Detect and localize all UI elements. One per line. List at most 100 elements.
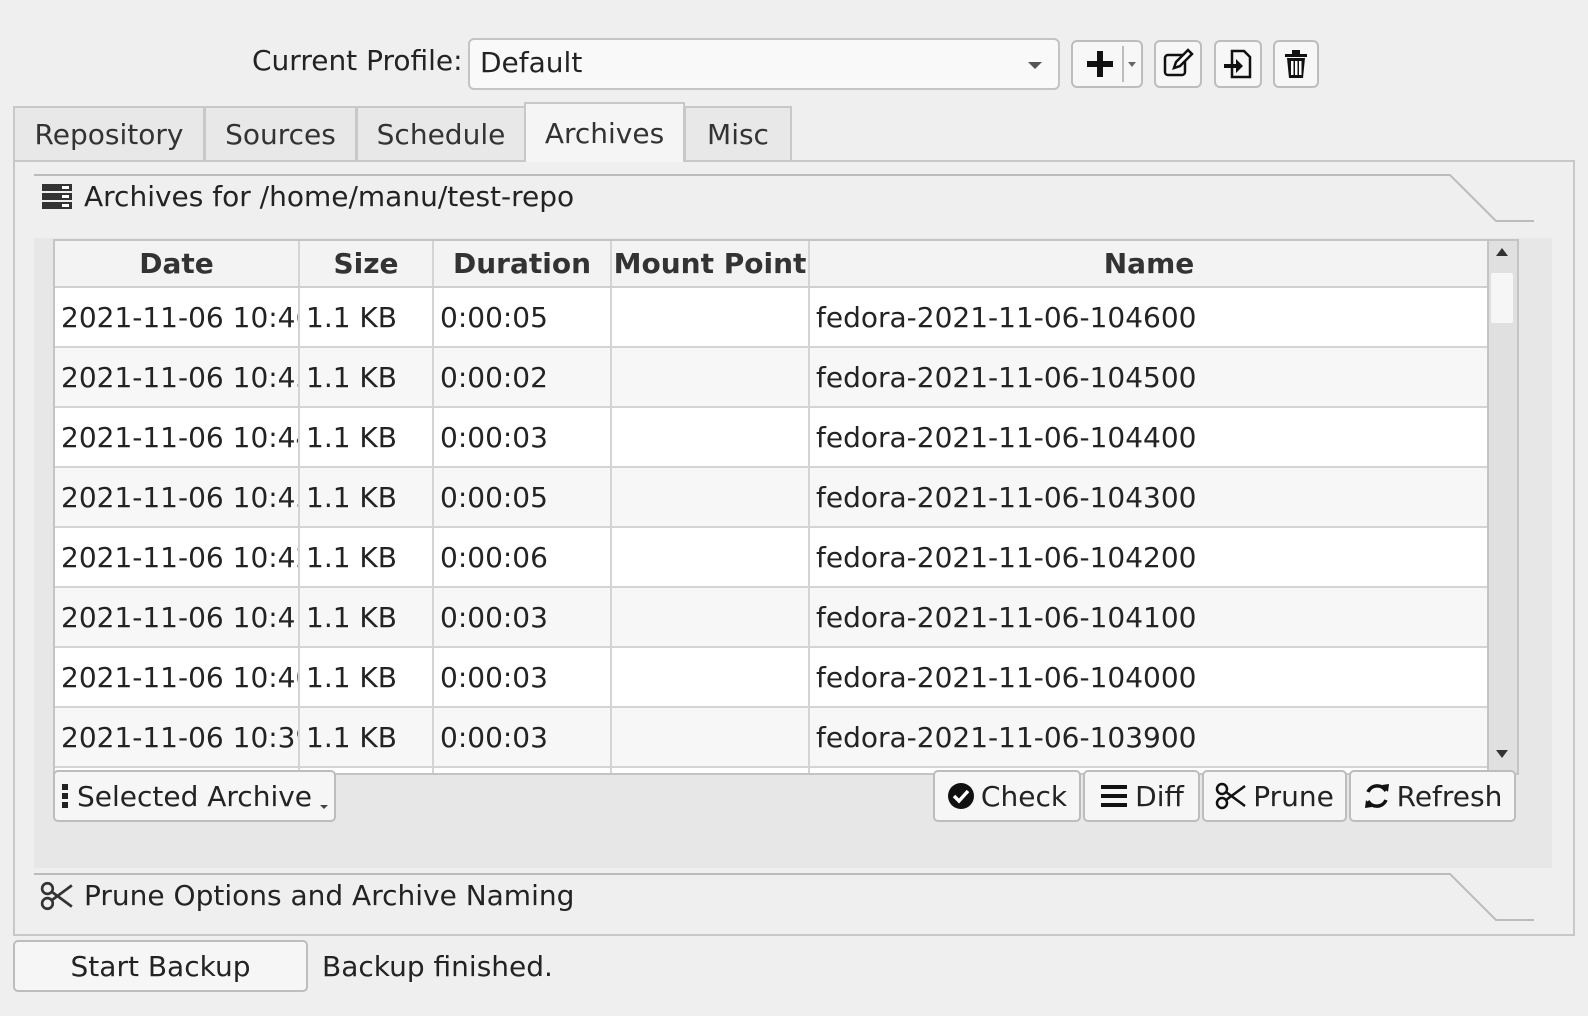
check-button[interactable]: Check [933,770,1081,822]
check-circle-icon [947,783,974,809]
tab-schedule[interactable]: Schedule [356,106,526,160]
cell-duration: 0:00:06 [433,527,612,588]
tab-sources[interactable]: Sources [204,106,357,160]
prune-group-label: Prune Options and Archive Naming [84,879,575,912]
cell-date: 2021-11-06 10:45 [55,347,300,408]
server-stack-icon [42,183,72,209]
cell-size: 1.1 KB [299,287,434,348]
cell-duration: 0:00:02 [433,347,612,408]
cell-name: fedora-2021-11-06-104400 [809,407,1487,468]
cell-name: fedora-2021-11-06-104200 [809,527,1487,588]
table-row[interactable]: 2021-11-06 10:44 1.1 KB 0:00:03 fedora-2… [55,407,1487,468]
column-header-duration[interactable]: Duration [433,241,612,288]
cell-mount-point [611,287,810,348]
scrollbar-thumb[interactable] [1491,273,1513,323]
check-button-label: Check [980,779,1068,813]
prune-button-label: Prune [1253,779,1334,813]
cell-size: 1.1 KB [299,347,434,408]
column-header-name[interactable]: Name [809,241,1487,288]
cell-duration: 0:00:03 [433,707,612,768]
scroll-up-icon[interactable] [1495,247,1509,257]
column-header-date[interactable]: Date [55,241,300,288]
cell-mount-point [611,407,810,468]
cell-mount-point [611,467,810,528]
cell-date: 2021-11-06 10:46 [55,287,300,348]
cell-duration: 0:00:03 [433,407,612,468]
column-header-size[interactable]: Size [299,241,434,288]
selected-archive-label: Selected Archive [76,779,313,813]
add-profile-button[interactable] [1071,40,1143,88]
chevron-down-icon [320,805,329,809]
cell-mount-point [611,527,810,588]
table-scrollbar[interactable] [1489,239,1519,775]
cell-date: 2021-11-06 10:40 [55,647,300,708]
cell-mount-point [611,647,810,708]
cell-name: fedora-2021-11-06-104300 [809,467,1487,528]
cell-duration: 0:00:03 [433,587,612,648]
diff-icon [1101,785,1128,807]
vertical-dots-icon [61,784,68,808]
archives-group-label: Archives for /home/manu/test-repo [84,180,575,213]
cell-name: fedora-2021-11-06-104500 [809,347,1487,408]
cell-date: 2021-11-06 10:42 [55,527,300,588]
chevron-down-icon [1028,62,1042,69]
edit-icon [1163,48,1194,77]
table-row[interactable]: 2021-11-06 10:42 1.1 KB 0:00:06 fedora-2… [55,527,1487,588]
delete-profile-button[interactable] [1273,40,1319,88]
refresh-button-label: Refresh [1396,779,1503,813]
column-header-mount-point[interactable]: Mount Point [611,241,810,288]
table-row[interactable]: 2021-11-06 10:43 1.1 KB 0:00:05 fedora-2… [55,467,1487,528]
edit-profile-button[interactable] [1154,40,1202,88]
cell-size: 1.1 KB [299,587,434,648]
cell-size: 1.1 KB [299,707,434,768]
tab-misc[interactable]: Misc [684,106,792,160]
cell-size: 1.1 KB [299,647,434,708]
import-icon [1224,49,1252,79]
plus-icon [1087,46,1136,82]
refresh-icon [1364,784,1389,808]
current-profile-label: Current Profile: [252,44,463,77]
cell-duration: 0:00:03 [433,647,612,708]
cell-size: 1.1 KB [299,527,434,588]
tab-archives[interactable]: Archives [524,102,685,162]
cell-duration: 0:00:05 [433,287,612,348]
group-collapse-corner [1446,174,1534,222]
profile-selected-value: Default [480,46,583,79]
cell-size: 1.1 KB [299,407,434,468]
group-collapse-corner [1446,873,1534,921]
archives-group-title[interactable]: Archives for /home/manu/test-repo [40,180,574,213]
archive-table[interactable]: Date Size Duration Mount Point Name 2021… [53,239,1489,775]
cell-size: 1.1 KB [299,467,434,528]
tab-repository[interactable]: Repository [13,106,205,160]
cell-mount-point [611,707,810,768]
prune-group-title[interactable]: Prune Options and Archive Naming [40,879,574,912]
cell-duration: 0:00:05 [433,467,612,528]
table-row[interactable]: 2021-11-06 10:45 1.1 KB 0:00:02 fedora-2… [55,347,1487,408]
profile-selector[interactable]: Default [468,38,1060,90]
scroll-down-icon[interactable] [1495,749,1509,759]
prune-button[interactable]: Prune [1202,770,1347,822]
trash-icon [1285,50,1307,78]
cell-name: fedora-2021-11-06-104000 [809,647,1487,708]
cell-date: 2021-11-06 10:39 [55,707,300,768]
table-row[interactable]: 2021-11-06 10:39 1.1 KB 0:00:03 fedora-2… [55,707,1487,768]
refresh-button[interactable]: Refresh [1349,770,1516,822]
start-backup-button[interactable]: Start Backup [13,940,308,992]
import-profile-button[interactable] [1214,40,1262,88]
cell-name: fedora-2021-11-06-103900 [809,707,1487,768]
table-row[interactable]: 2021-11-06 10:46 1.1 KB 0:00:05 fedora-2… [55,287,1487,348]
diff-button[interactable]: Diff [1083,770,1200,822]
table-row[interactable]: 2021-11-06 10:40 1.1 KB 0:00:03 fedora-2… [55,647,1487,708]
table-row[interactable]: 2021-11-06 10:41 1.1 KB 0:00:03 fedora-2… [55,587,1487,648]
cell-date: 2021-11-06 10:44 [55,407,300,468]
diff-button-label: Diff [1135,779,1184,813]
table-header: Date Size Duration Mount Point Name [55,241,1487,288]
cell-name: fedora-2021-11-06-104100 [809,587,1487,648]
cell-mount-point [611,347,810,408]
cell-mount-point [611,587,810,648]
scissors-icon [40,881,73,910]
selected-archive-menu-button[interactable]: Selected Archive [53,770,336,822]
cell-name: fedora-2021-11-06-104600 [809,287,1487,348]
cell-date: 2021-11-06 10:41 [55,587,300,648]
cell-date: 2021-11-06 10:43 [55,467,300,528]
